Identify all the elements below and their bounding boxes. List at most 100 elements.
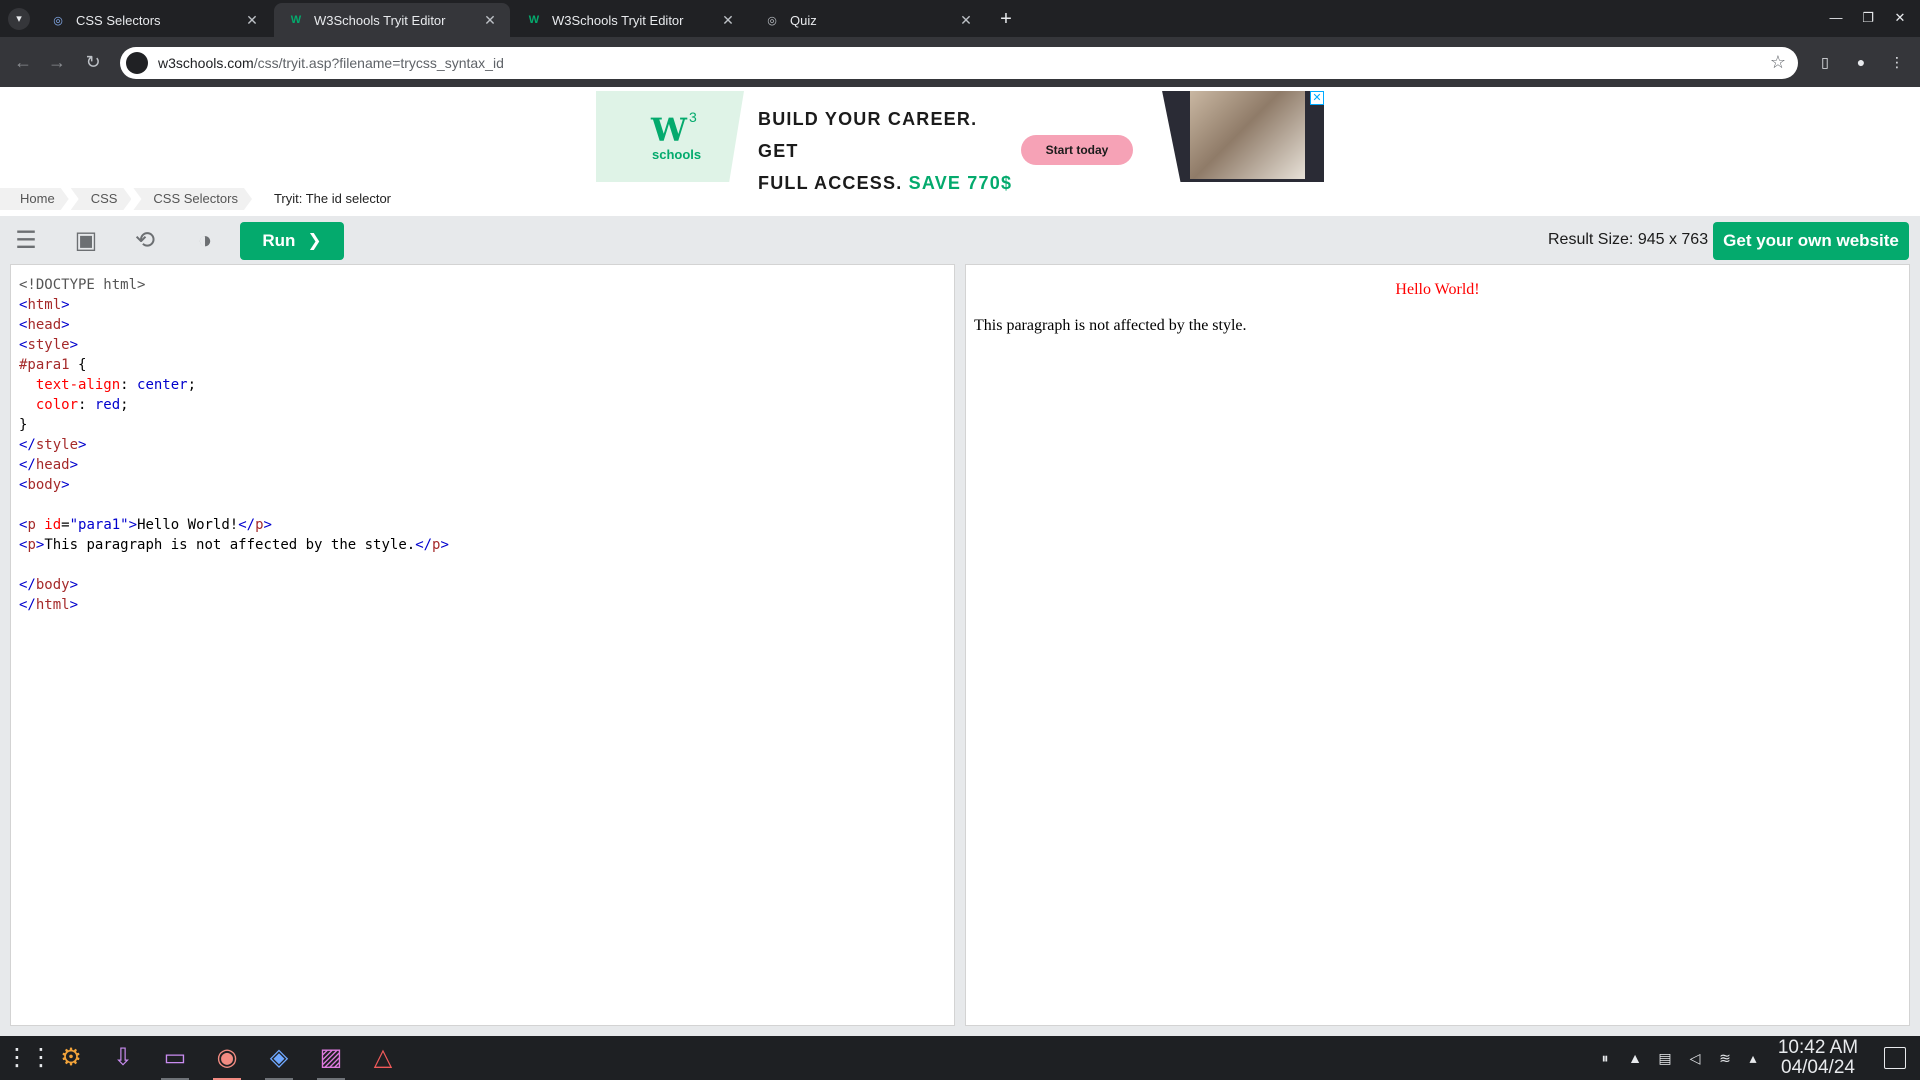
code-token: center <box>137 377 188 393</box>
code-token: </ <box>19 577 36 593</box>
code-line: </html> <box>19 595 946 615</box>
site-info-icon[interactable] <box>126 52 148 74</box>
software-center-icon[interactable]: ⇩ <box>106 1041 140 1075</box>
breadcrumb-css[interactable]: CSS <box>71 188 132 210</box>
browser-tab-strip: ▾ ◎ CSS Selectors ✕ W W3Schools Tryit Ed… <box>0 0 1920 37</box>
close-window-icon[interactable]: ✕ <box>1890 10 1910 28</box>
code-token: > <box>61 317 70 333</box>
code-token: > <box>61 477 70 493</box>
code-token: red <box>94 397 121 413</box>
code-token: </ <box>415 537 433 553</box>
tab-title: CSS Selectors <box>76 12 161 28</box>
code-line: } <box>19 415 946 435</box>
dark-mode-icon[interactable]: ◑ <box>189 227 221 255</box>
show-desktop-button[interactable] <box>1884 1047 1906 1069</box>
code-line: </head> <box>19 455 946 475</box>
file-manager-icon[interactable]: ▭ <box>158 1041 192 1080</box>
code-line: <style> <box>19 335 946 355</box>
code-token: </ <box>19 457 36 473</box>
bookmark-star-icon[interactable]: ☆ <box>1770 52 1786 73</box>
code-line: <body> <box>19 475 946 495</box>
code-token: : <box>78 397 95 413</box>
code-token: p <box>27 517 36 533</box>
ad-close-icon[interactable]: ✕ <box>1310 91 1324 105</box>
text-editor-icon[interactable]: △ <box>366 1041 400 1075</box>
rotate-layout-icon[interactable]: ⟲ <box>129 227 161 255</box>
settings-icon[interactable]: ⚙ <box>54 1041 88 1075</box>
taskbar: ⋮⋮ ⚙ ⇩ ▭ ◉ ◈ ▨ △ ⏸ ▲ ▤ ◁ ≋ ▴ 10:42 AM 04… <box>0 1036 1920 1080</box>
close-tab-icon[interactable]: ✕ <box>958 12 974 28</box>
tab-tryit-editor[interactable]: W W3Schools Tryit Editor ✕ <box>512 3 748 37</box>
menu-dots-icon[interactable]: ⋮ <box>1886 51 1908 73</box>
volume-icon[interactable]: ◁ <box>1684 1047 1706 1069</box>
get-own-website-button[interactable]: Get your own website <box>1713 222 1909 260</box>
pause-icon[interactable]: ⏸ <box>1594 1047 1616 1069</box>
forward-icon[interactable]: → <box>46 51 68 73</box>
tab-css-selectors[interactable]: ◎ CSS Selectors ✕ <box>36 3 272 37</box>
breadcrumb-current: Tryit: The id selector <box>253 188 406 210</box>
code-token: > <box>69 337 79 353</box>
code-token: Hello World! <box>137 517 239 533</box>
code-token: } <box>19 417 28 433</box>
close-tab-icon[interactable]: ✕ <box>244 12 260 28</box>
side-panel-icon[interactable]: ▯ <box>1814 51 1836 73</box>
clipboard-icon[interactable]: ▤ <box>1654 1047 1676 1069</box>
code-line: <!DOCTYPE html> <box>19 275 946 295</box>
save-icon[interactable]: ▣ <box>70 227 102 255</box>
code-line: </body> <box>19 575 946 595</box>
w3schools-icon: W <box>528 14 540 26</box>
code-line: <p>This paragraph is not affected by the… <box>19 535 946 555</box>
code-token: color <box>19 397 79 413</box>
ad-banner[interactable]: W 3 schools BUILD YOUR CAREER. GET FULL … <box>596 91 1324 193</box>
w3schools-logo: W 3 schools <box>596 91 744 182</box>
tab-quiz[interactable]: ◎ Quiz ✕ <box>750 3 986 37</box>
app-launcher-icon[interactable]: ⋮⋮ <box>5 1041 53 1075</box>
restore-icon[interactable]: ❐ <box>1858 10 1878 28</box>
code-token: text-align <box>19 377 121 393</box>
vlc-icon[interactable]: ▲ <box>1624 1047 1646 1069</box>
breadcrumb-css-selectors[interactable]: CSS Selectors <box>133 188 252 210</box>
code-token: ; <box>120 397 129 413</box>
run-button[interactable]: Run ❯ <box>240 222 344 260</box>
code-token: > <box>78 437 87 453</box>
back-icon[interactable]: ← <box>12 51 34 73</box>
close-tab-icon[interactable]: ✕ <box>720 12 736 28</box>
code-line: </style> <box>19 435 946 455</box>
chrome-icon[interactable]: ◉ <box>210 1041 244 1080</box>
code-editor[interactable]: <!DOCTYPE html> <html> <head> <style> #para1… <box>10 264 955 1026</box>
wifi-icon[interactable]: ≋ <box>1714 1047 1736 1069</box>
code-token: > <box>69 577 79 593</box>
hamburger-menu-icon[interactable]: ☰ <box>10 227 42 255</box>
code-line: color: red; <box>19 395 946 415</box>
vscode-icon[interactable]: ◈ <box>262 1041 296 1080</box>
code-token: html <box>35 597 70 613</box>
close-tab-icon[interactable]: ✕ <box>482 12 498 28</box>
new-tab-button[interactable]: + <box>995 8 1017 30</box>
tab-search-button[interactable]: ▾ <box>8 8 30 30</box>
globe-icon: ◎ <box>767 14 777 27</box>
start-today-button[interactable]: Start today <box>1021 135 1133 165</box>
code-token: html <box>27 297 62 313</box>
tab-tryit-editor-active[interactable]: W W3Schools Tryit Editor ✕ <box>274 3 510 37</box>
address-bar[interactable]: w3schools.com/css/tryit.asp?filename=try… <box>120 47 1798 79</box>
image-viewer-icon[interactable]: ▨ <box>314 1041 348 1080</box>
tab-title: W3Schools Tryit Editor <box>552 12 684 28</box>
reload-icon[interactable]: ↻ <box>82 51 104 73</box>
code-line: #para1 { <box>19 355 946 375</box>
clock[interactable]: 10:42 AM 04/04/24 <box>1770 1038 1866 1078</box>
minimize-icon[interactable]: — <box>1826 10 1846 28</box>
code-line: text-align: center; <box>19 375 946 395</box>
profile-icon[interactable]: ● <box>1850 51 1872 73</box>
chevron-right-icon: ❯ <box>307 231 322 250</box>
ad-image <box>1162 91 1324 182</box>
code-token: "para1" <box>69 517 129 533</box>
tray-expand-icon[interactable]: ▴ <box>1742 1047 1764 1069</box>
code-token: </ <box>19 597 36 613</box>
code-token: #para1 <box>19 357 70 373</box>
ad-headline: BUILD YOUR CAREER. GET FULL ACCESS. SAVE… <box>758 109 1013 193</box>
breadcrumb-home[interactable]: Home <box>0 188 69 210</box>
result-frame: Hello World! This paragraph is not affec… <box>965 264 1910 1026</box>
code-token: </ <box>238 517 256 533</box>
